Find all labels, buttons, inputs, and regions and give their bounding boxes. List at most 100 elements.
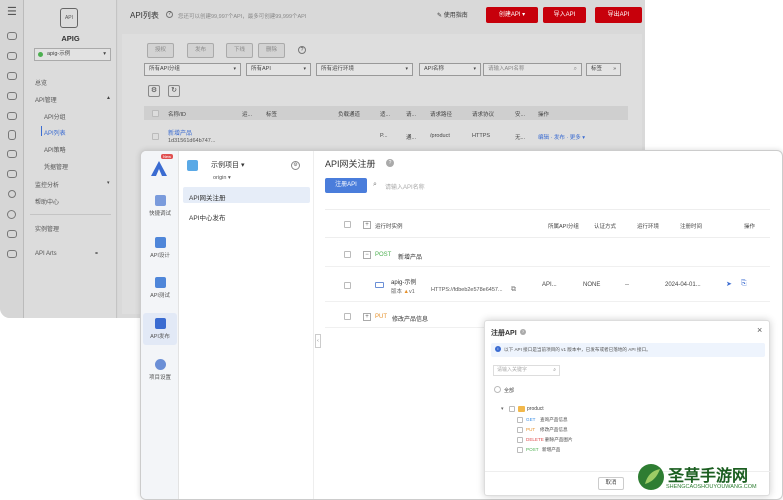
env-filter-value: 所有运行环境 xyxy=(321,66,355,72)
expand-icon[interactable]: + xyxy=(363,313,371,321)
module-project-settings[interactable]: 项目设置 xyxy=(141,359,179,381)
group-filter-select[interactable]: 所有API分组 ▾ xyxy=(144,63,241,76)
guide-link-label: 使用指南 xyxy=(443,13,468,19)
select-all-label: 全部 xyxy=(504,388,515,394)
module-api-test[interactable]: API测试 xyxy=(141,277,179,299)
select-all-radio[interactable] xyxy=(494,386,501,393)
nav-help-center[interactable]: 帮助中心 xyxy=(35,197,59,206)
col-path: 请求路径 xyxy=(430,112,453,118)
module-quick-debug[interactable]: 快捷调试 xyxy=(141,195,179,217)
cloud-icon[interactable] xyxy=(7,72,17,80)
row-checkbox[interactable] xyxy=(344,282,351,289)
row-checkbox[interactable] xyxy=(344,251,351,258)
tree-chevron-icon[interactable]: ▾ xyxy=(501,406,504,412)
chevron-down-icon: ▾ xyxy=(107,180,110,186)
nav-api-policies[interactable]: API策略 xyxy=(44,145,66,154)
register-search-input[interactable]: 请输入API名称 xyxy=(385,182,425,191)
create-api-button[interactable]: 创建API ▾ xyxy=(486,7,538,23)
tag-filter-button[interactable]: 标签 » xyxy=(586,63,621,76)
import-api-button[interactable]: 导入API xyxy=(543,7,586,23)
refresh-icon[interactable]: ↻ xyxy=(168,85,180,97)
nav-api-list[interactable]: API列表 xyxy=(44,128,66,137)
api-checkbox[interactable] xyxy=(517,447,523,453)
authorize-button[interactable]: 授权 xyxy=(147,43,174,58)
branch-selector[interactable]: origin ▾ xyxy=(213,175,231,181)
env-filter-select[interactable]: 所有运行环境 ▾ xyxy=(316,63,413,76)
guide-link[interactable]: ✎ 使用指南 xyxy=(437,10,468,19)
collapse-icon[interactable]: − xyxy=(363,251,371,259)
watermark-logo xyxy=(636,462,666,492)
select-all-checkbox[interactable] xyxy=(152,110,159,117)
row-actions[interactable]: 编辑 · 发布 · 更多 ▾ xyxy=(538,133,585,141)
col-tags: 标签 xyxy=(266,112,278,118)
cloud-icon[interactable] xyxy=(7,230,17,238)
row-checkbox[interactable] xyxy=(344,313,351,320)
cloud-icon[interactable] xyxy=(7,52,17,60)
offline-icon[interactable]: ⎘ xyxy=(741,280,747,288)
settings-icon[interactable]: ⚙ xyxy=(291,161,300,170)
cloud-icon[interactable] xyxy=(7,170,17,178)
nav-instances[interactable]: 实例管理 xyxy=(35,224,59,233)
api-filter-select[interactable]: 所有API ▾ xyxy=(246,63,311,76)
settings-icon[interactable]: ⚙ xyxy=(148,85,160,97)
close-icon[interactable]: × xyxy=(757,325,762,335)
search-icon[interactable]: ⌕ xyxy=(574,64,577,75)
export-api-button[interactable]: 导出API xyxy=(595,7,642,23)
cloud-icon[interactable] xyxy=(7,32,17,40)
search-input[interactable]: 请输入API名称 ⌕ xyxy=(483,63,582,76)
nav-credentials[interactable]: 凭据管理 xyxy=(44,162,68,171)
field-filter-select[interactable]: API名称 ▾ xyxy=(419,63,481,76)
nav-api-management[interactable]: API管理 xyxy=(35,95,57,104)
method-badge: DELETE xyxy=(526,437,544,442)
cancel-button[interactable]: 取消 xyxy=(598,477,624,490)
dialog-title: 注册API xyxy=(491,330,517,337)
instance-selector[interactable]: apig-示例 ▾ xyxy=(34,48,111,61)
nav-gateway-register[interactable]: API网关注册 xyxy=(189,192,225,202)
nav-monitoring[interactable]: 监控分析 xyxy=(35,180,59,189)
help-icon[interactable]: ? xyxy=(386,159,394,167)
folder-checkbox[interactable] xyxy=(509,406,515,412)
nav-overview[interactable]: 总览 xyxy=(35,78,47,87)
instance-icon xyxy=(375,282,384,288)
question-icon[interactable]: ? xyxy=(298,46,306,54)
method-badge: POST xyxy=(526,447,539,452)
dialog-search-input[interactable]: 请输入关键字 ⌕ xyxy=(493,365,560,376)
api-checkbox[interactable] xyxy=(517,437,523,443)
row-checkbox[interactable] xyxy=(152,133,159,140)
cloud-icon[interactable] xyxy=(7,150,17,158)
nav-api-arts[interactable]: API Arts xyxy=(35,251,57,257)
publish-button[interactable]: 发布 xyxy=(187,43,214,58)
help-icon[interactable]: ? xyxy=(520,329,526,335)
api-name-link[interactable]: 新增产品 xyxy=(168,128,192,137)
send-icon[interactable]: ➤ xyxy=(726,280,732,288)
cloud-icon[interactable] xyxy=(7,250,17,258)
col-name: 名称/ID xyxy=(168,112,187,118)
expand-all-icon[interactable]: + xyxy=(363,221,371,229)
search-icon[interactable]: ⌕ xyxy=(373,181,377,189)
select-all-checkbox[interactable] xyxy=(344,221,351,228)
nav-api-center-publish[interactable]: API中心发布 xyxy=(189,212,225,222)
copy-icon[interactable]: ⧉ xyxy=(511,286,516,294)
offline-button[interactable]: 下线 xyxy=(226,43,253,58)
module-api-publish[interactable]: API发布 xyxy=(141,318,179,340)
cloud-icon[interactable] xyxy=(7,92,17,100)
upload-icon[interactable] xyxy=(8,190,16,198)
question-icon[interactable]: ? xyxy=(166,11,173,18)
instance-name: apig-示例 xyxy=(391,280,417,286)
cloud-icon[interactable] xyxy=(7,112,17,120)
menu-icon[interactable]: ☰ xyxy=(7,5,17,18)
debug-icon xyxy=(154,195,166,206)
nav-api-groups[interactable]: API分组 xyxy=(44,112,66,121)
module-api-design[interactable]: API设计 xyxy=(141,237,179,259)
module-icon-bar: New 快捷调试 API设计 API测试 API发布 项目设置 xyxy=(141,151,179,499)
collapse-handle[interactable]: ‹ xyxy=(315,334,321,348)
divider xyxy=(30,214,111,215)
api-checkbox[interactable] xyxy=(517,427,523,433)
project-selector[interactable]: 示例项目 ▾ xyxy=(211,160,244,170)
delete-button[interactable]: 删除 xyxy=(258,43,285,58)
document-icon[interactable] xyxy=(8,130,16,140)
api-checkbox[interactable] xyxy=(517,417,523,423)
search-icon[interactable]: ⌕ xyxy=(553,366,556,375)
register-api-button[interactable]: 注册API xyxy=(325,178,367,193)
clock-icon[interactable] xyxy=(7,210,16,219)
